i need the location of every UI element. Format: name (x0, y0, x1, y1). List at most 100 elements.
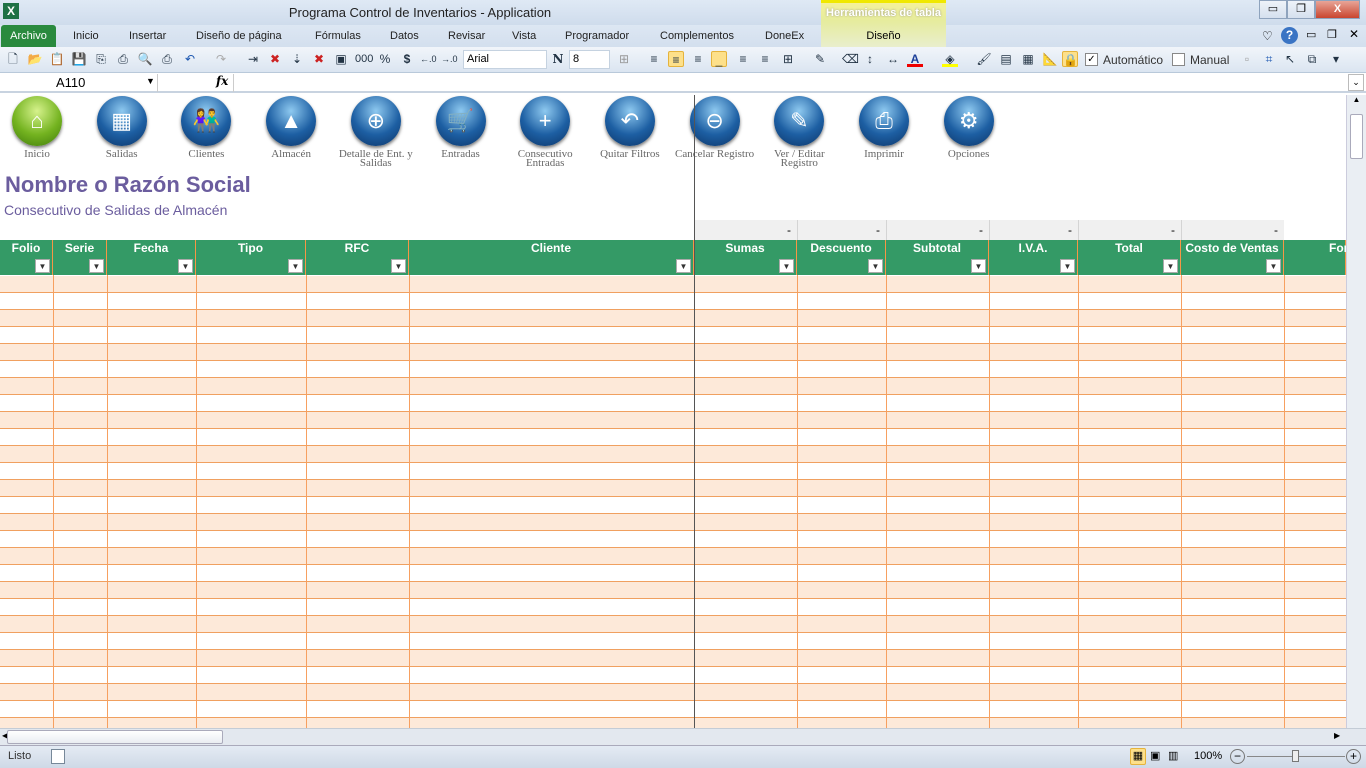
nav-button-label[interactable]: Ver / Editar Registro (754, 149, 844, 169)
border-color-icon[interactable]: ✎ (812, 51, 828, 67)
table-row[interactable] (0, 514, 1346, 531)
column-header[interactable]: Cliente ▼ (409, 240, 694, 275)
page-layout-icon[interactable]: ▣ (1150, 749, 1160, 762)
minimize-button[interactable]: ▭ (1259, 0, 1287, 19)
align-bottom-icon[interactable]: _ (711, 51, 727, 67)
design-icon[interactable]: 📐 (1042, 51, 1058, 67)
percent-button[interactable]: % (377, 51, 393, 67)
table-row[interactable] (0, 446, 1346, 463)
column-header[interactable]: Serie ▼ (53, 240, 107, 275)
spin-icon[interactable]: ▫ (1239, 51, 1255, 67)
tab-archivo[interactable]: Archivo (1, 25, 56, 47)
macro-record-icon[interactable] (51, 749, 65, 764)
restore-button[interactable]: ❐ (1287, 0, 1315, 19)
tab-diseno-pagina[interactable]: Diseño de página (188, 25, 290, 47)
total-cell[interactable]: - (886, 220, 989, 240)
table-row[interactable] (0, 633, 1346, 650)
tab-insertar[interactable]: Insertar (121, 25, 174, 47)
name-box[interactable]: A110 (0, 74, 158, 92)
print-icon[interactable]: ⎙ (115, 51, 131, 67)
total-cell[interactable]: - (797, 220, 886, 240)
table-row[interactable] (0, 701, 1346, 718)
total-cell[interactable]: - (1181, 220, 1284, 240)
total-cell[interactable]: - (989, 220, 1078, 240)
zoom-level[interactable]: 100% (1194, 750, 1222, 762)
help-icon[interactable]: ? (1281, 27, 1298, 44)
form-icon[interactable]: ▤ (998, 51, 1014, 67)
filter-dropdown-icon[interactable]: ▼ (288, 259, 303, 273)
normal-view-icon[interactable]: ▦ (1130, 748, 1146, 765)
column-header[interactable]: I.V.A. ▼ (989, 240, 1078, 275)
automatic-checkbox[interactable]: ✓ (1085, 53, 1098, 66)
table-row[interactable] (0, 463, 1346, 480)
nav-button-label[interactable]: Entradas (416, 149, 506, 160)
save-icon[interactable]: 💾 (71, 51, 87, 67)
column-header[interactable]: Subtotal ▼ (886, 240, 989, 275)
align-middle-icon[interactable]: ≡ (735, 51, 751, 67)
horizontal-scrollbar[interactable]: ◀ ▶ (0, 728, 1366, 745)
format-painter-icon[interactable]: 🖌 (976, 51, 992, 67)
zoom-in-button[interactable]: + (1346, 749, 1361, 764)
warehouse-icon[interactable]: ▲ (266, 96, 317, 146)
table-row[interactable] (0, 480, 1346, 497)
worksheet[interactable]: ⌂ Inicio ▦ Salidas 👫 Clientes ▲ Almacén ⊕ Detalle… (0, 95, 1346, 728)
thousands-button[interactable]: 000 (355, 51, 373, 67)
picture-icon[interactable]: ▣ (333, 51, 349, 67)
table-row[interactable] (0, 412, 1346, 429)
undo-icon[interactable]: ↶ (182, 51, 198, 67)
filter-dropdown-icon[interactable]: ▼ (1060, 259, 1075, 273)
heart-icon[interactable]: ♡ (1262, 29, 1273, 43)
printer-setup-icon[interactable]: ⎙ (159, 51, 175, 67)
printer-icon[interactable]: ⎙ (859, 96, 909, 146)
table-row[interactable] (0, 429, 1346, 446)
table-row[interactable] (0, 310, 1346, 327)
table-row[interactable] (0, 684, 1346, 701)
align-center-icon[interactable]: ≡ (668, 51, 684, 67)
column-header[interactable]: Total ▼ (1078, 240, 1181, 275)
tab-inicio[interactable]: Inicio (65, 25, 107, 47)
table-row[interactable] (0, 497, 1346, 514)
filter-dropdown-icon[interactable]: ▼ (868, 259, 883, 273)
print-preview-icon[interactable]: 🔍 (137, 51, 153, 67)
tab-vista[interactable]: Vista (504, 25, 544, 47)
table-row[interactable] (0, 395, 1346, 412)
column-header[interactable]: Folio ▼ (0, 240, 53, 275)
tab-datos[interactable]: Datos (382, 25, 427, 47)
tab-complementos[interactable]: Complementos (652, 25, 742, 47)
align-left-icon[interactable]: ≡ (646, 51, 662, 67)
filter-dropdown-icon[interactable]: ▼ (676, 259, 691, 273)
column-header[interactable]: Tipo ▼ (196, 240, 306, 275)
table-row[interactable] (0, 548, 1346, 565)
new-icon[interactable]: 🗋 (5, 51, 21, 67)
table-row[interactable] (0, 718, 1346, 728)
close-button[interactable]: X (1315, 0, 1360, 19)
column-header[interactable]: For (1284, 240, 1346, 275)
page-break-icon[interactable]: ▥ (1168, 749, 1178, 762)
horizontal-scroll-thumb[interactable] (7, 730, 223, 744)
font-select[interactable]: Arial (463, 50, 547, 69)
paste-icon[interactable]: 📋 (49, 51, 65, 67)
filter-dropdown-icon[interactable]: ▼ (1163, 259, 1178, 273)
filter-dropdown-icon[interactable]: ▼ (971, 259, 986, 273)
people-icon[interactable]: 👫 (181, 96, 232, 146)
name-box-dropdown-icon[interactable]: ▼ (146, 76, 155, 86)
nav-button-label[interactable]: Consecutivo Entradas (500, 149, 590, 169)
undo-arrow-icon[interactable]: ↶ (604, 96, 655, 146)
home-icon[interactable]: ⌂ (12, 96, 62, 146)
nav-button-label[interactable]: Opciones (924, 149, 1014, 160)
delete-row-icon[interactable]: ✖ (267, 51, 283, 67)
new-document-icon[interactable]: + (520, 96, 571, 146)
increase-decimal-icon[interactable]: ←.0 (420, 51, 437, 67)
tab-diseno[interactable]: Diseño (821, 25, 946, 47)
nav-button-label[interactable]: Imprimir (839, 149, 929, 160)
filter-dropdown-icon[interactable]: ▼ (35, 259, 50, 273)
nav-button-label[interactable]: Salidas (77, 149, 167, 160)
nav-button-label[interactable]: Cancelar Registro (670, 149, 760, 160)
borders-icon[interactable]: ⊞ (780, 51, 796, 67)
align-top-icon[interactable]: ≡ (757, 51, 773, 67)
column-header[interactable]: Fecha ▼ (107, 240, 196, 275)
zoom-slider-thumb[interactable] (1292, 750, 1299, 762)
table-row[interactable] (0, 582, 1346, 599)
filter-dropdown-icon[interactable]: ▼ (779, 259, 794, 273)
open-icon[interactable]: 📂 (27, 51, 43, 67)
